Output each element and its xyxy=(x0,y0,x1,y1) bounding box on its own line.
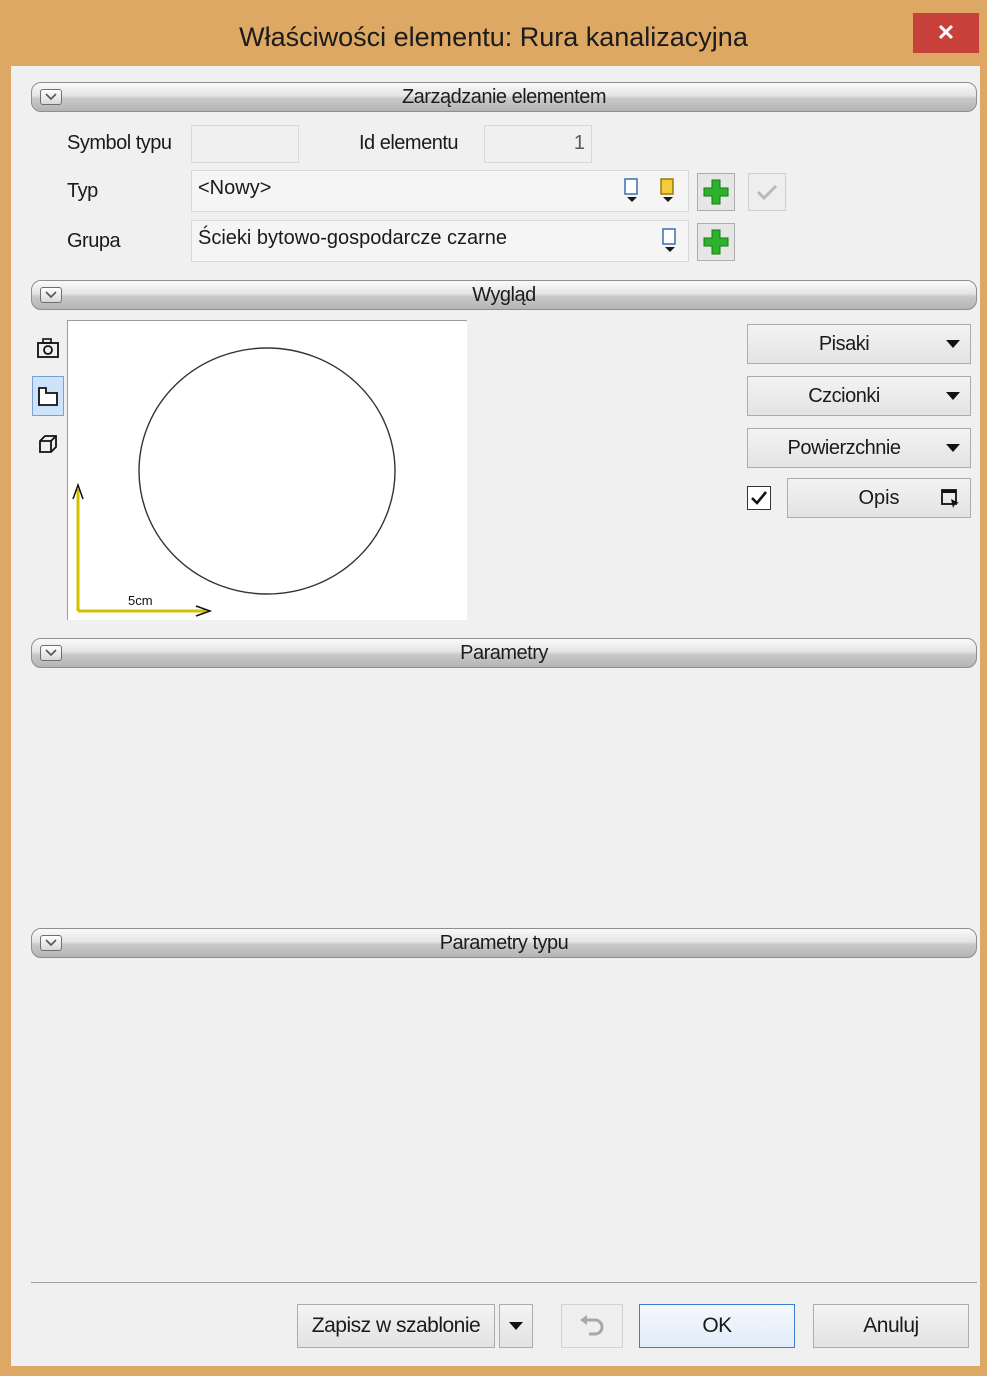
caret-down-icon xyxy=(509,1322,523,1330)
symbol-type-label: Symbol typu xyxy=(67,132,172,154)
group-label: Grupa xyxy=(67,230,121,252)
description-button[interactable]: Opis xyxy=(787,478,971,518)
type-select[interactable]: <Nowy> xyxy=(191,170,689,212)
camera-icon xyxy=(37,338,59,358)
fonts-label: Czcionki xyxy=(808,385,880,407)
type-value: <Nowy> xyxy=(198,177,272,199)
pipe-section-circle xyxy=(138,347,396,595)
surfaces-label: Powierzchnie xyxy=(787,437,901,459)
section-title: Parametry xyxy=(460,642,548,664)
footer-divider xyxy=(31,1282,977,1283)
group-select[interactable]: Ścieki bytowo-gospodarcze czarne xyxy=(191,220,689,262)
element-id-label: Id elementu xyxy=(359,132,459,154)
section-header-type-parameters[interactable]: Parametry typu xyxy=(31,928,977,958)
pens-button[interactable]: Pisaki xyxy=(747,324,971,364)
group-list-icon[interactable] xyxy=(657,224,683,258)
section-header-management[interactable]: Zarządzanie elementem xyxy=(31,82,977,112)
plus-icon xyxy=(703,229,729,255)
type-list-icon[interactable] xyxy=(619,174,645,208)
view-camera-button[interactable] xyxy=(32,328,64,368)
caret-down-icon xyxy=(946,340,960,348)
view-2d-button[interactable] xyxy=(32,376,64,416)
caret-down-icon xyxy=(946,444,960,452)
section-header-parameters[interactable]: Parametry xyxy=(31,638,977,668)
save-template-dropdown[interactable] xyxy=(499,1304,533,1348)
undo-icon xyxy=(580,1315,604,1336)
open-window-icon xyxy=(941,489,959,508)
section-title: Wygląd xyxy=(472,284,536,306)
ok-label: OK xyxy=(702,1314,732,1337)
type-label: Typ xyxy=(67,180,98,202)
symbol-type-field[interactable] xyxy=(191,125,299,163)
save-template-label: Zapisz w szablonie xyxy=(311,1314,481,1337)
add-type-button[interactable] xyxy=(697,173,735,211)
close-button[interactable]: ✕ xyxy=(913,13,979,53)
apply-type-button[interactable] xyxy=(748,173,786,211)
description-checkbox[interactable] xyxy=(747,486,771,510)
scale-label: 5cm xyxy=(128,593,153,608)
undo-button[interactable] xyxy=(561,1304,623,1348)
folder-2d-icon xyxy=(38,387,58,406)
cancel-button[interactable]: Anuluj xyxy=(813,1304,969,1348)
close-icon: ✕ xyxy=(936,20,956,45)
section-title: Zarządzanie elementem xyxy=(401,86,607,108)
type-db-icon[interactable] xyxy=(655,174,681,208)
dialog-window: Właściwości elementu: Rura kanalizacyjna… xyxy=(0,0,987,1376)
caret-down-icon xyxy=(946,392,960,400)
surfaces-button[interactable]: Powierzchnie xyxy=(747,428,971,468)
fonts-button[interactable]: Czcionki xyxy=(747,376,971,416)
section-header-appearance[interactable]: Wygląd xyxy=(31,280,977,310)
cancel-label: Anuluj xyxy=(863,1314,919,1337)
cube-3d-icon xyxy=(39,435,57,453)
preview-drawing: 5cm xyxy=(72,347,396,617)
checkmark-icon xyxy=(751,491,768,505)
window-title: Właściwości elementu: Rura kanalizacyjna xyxy=(239,22,748,52)
dialog-client: Zarządzanie elementem Symbol typu Id ele… xyxy=(11,66,980,1366)
plus-icon xyxy=(703,179,729,205)
add-group-button[interactable] xyxy=(697,223,735,261)
section-title: Parametry typu xyxy=(439,932,569,954)
element-id-field: 1 xyxy=(484,125,592,163)
checkmark-icon xyxy=(756,184,778,201)
pens-label: Pisaki xyxy=(818,333,870,355)
group-value: Ścieki bytowo-gospodarcze czarne xyxy=(198,227,508,249)
element-preview[interactable]: 5cm xyxy=(67,320,467,620)
ok-button[interactable]: OK xyxy=(639,1304,795,1348)
save-template-button[interactable]: Zapisz w szablonie xyxy=(297,1304,495,1348)
view-3d-button[interactable] xyxy=(32,424,64,464)
